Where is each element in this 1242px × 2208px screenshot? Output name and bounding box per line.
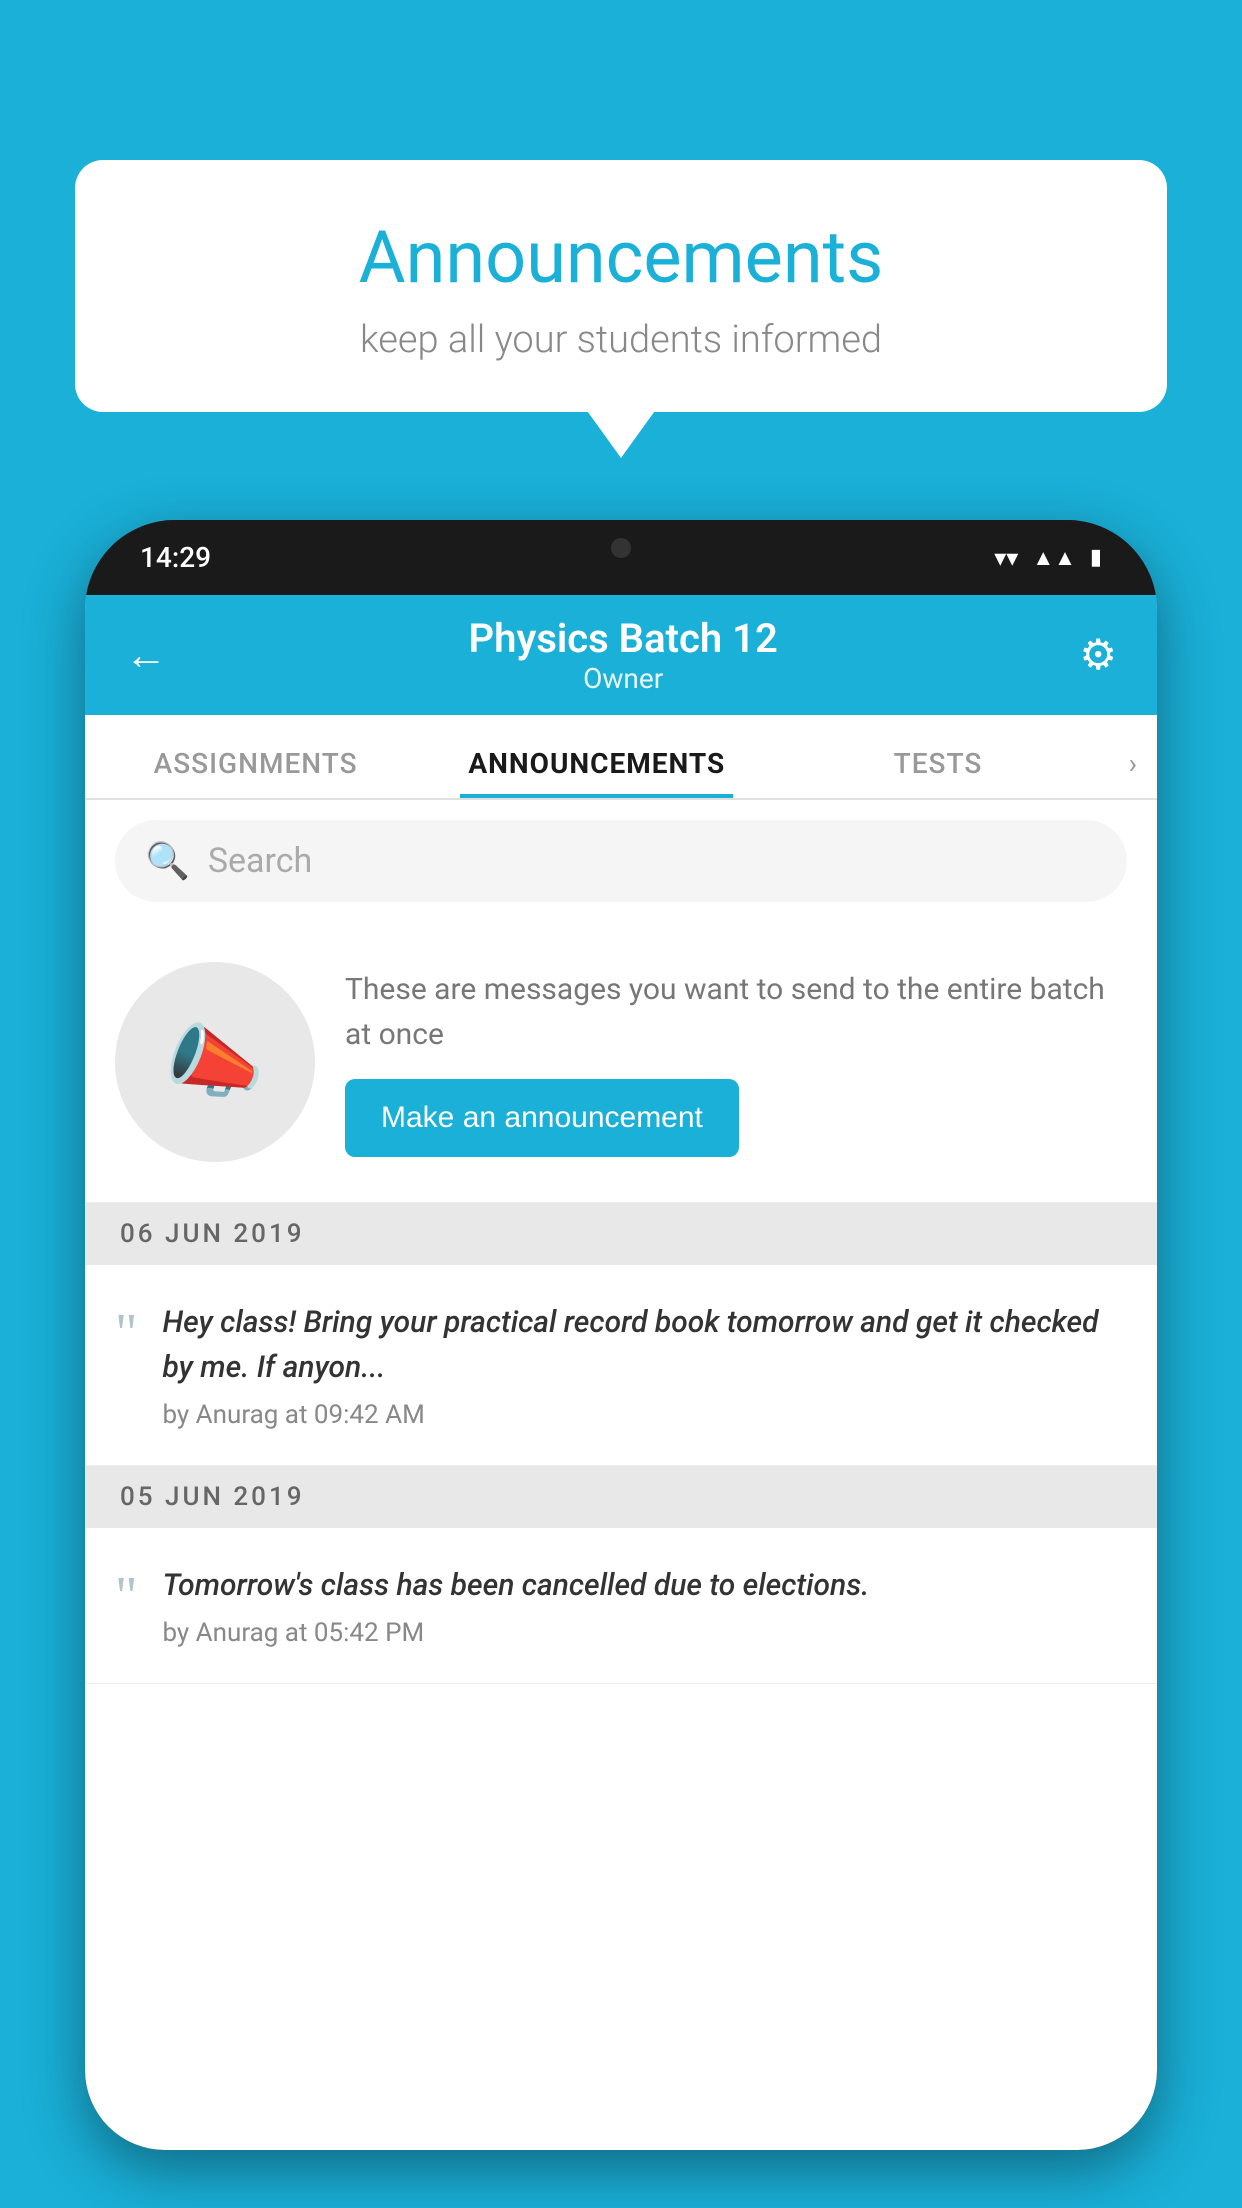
tabs-bar: ASSIGNMENTS ANNOUNCEMENTS TESTS › <box>85 715 1157 800</box>
tab-announcements[interactable]: ANNOUNCEMENTS <box>426 747 767 798</box>
phone-container: 14:29 ▾▾ ▲▲ ▮ ← Physics Batch 12 Owner ⚙ <box>85 520 1157 2208</box>
megaphone-icon: 📣 <box>165 1015 265 1109</box>
header-subtitle: Owner <box>167 662 1079 695</box>
promo-description: These are messages you want to send to t… <box>345 967 1127 1057</box>
status-icons: ▾▾ ▲▲ ▮ <box>994 544 1102 572</box>
promo-content: These are messages you want to send to t… <box>345 967 1127 1157</box>
search-placeholder: Search <box>208 841 312 881</box>
quote-icon-2: " <box>115 1568 137 1623</box>
announcement-text-1: Hey class! Bring your practical record b… <box>162 1300 1127 1390</box>
status-bar: 14:29 ▾▾ ▲▲ ▮ <box>85 520 1157 595</box>
header-title: Physics Batch 12 <box>167 615 1079 662</box>
date-separator-1: 06 JUN 2019 <box>85 1203 1157 1265</box>
announcement-text-2: Tomorrow's class has been cancelled due … <box>162 1563 1127 1608</box>
date-separator-2: 05 JUN 2019 <box>85 1466 1157 1528</box>
quote-icon-1: " <box>115 1305 137 1360</box>
status-time: 14:29 <box>140 541 211 574</box>
phone-frame: 14:29 ▾▾ ▲▲ ▮ ← Physics Batch 12 Owner ⚙ <box>85 520 1157 2150</box>
make-announcement-button[interactable]: Make an announcement <box>345 1079 739 1157</box>
speech-bubble: Announcements keep all your students inf… <box>75 160 1167 412</box>
header-center: Physics Batch 12 Owner <box>167 615 1079 695</box>
notch <box>541 520 701 575</box>
settings-icon[interactable]: ⚙ <box>1079 630 1117 680</box>
search-bar[interactable]: 🔍 Search <box>115 820 1127 902</box>
announcement-item-2[interactable]: " Tomorrow's class has been cancelled du… <box>85 1528 1157 1684</box>
announcement-meta-2: by Anurag at 05:42 PM <box>162 1618 1127 1648</box>
announcement-content-2: Tomorrow's class has been cancelled due … <box>162 1563 1127 1648</box>
promo-section: 📣 These are messages you want to send to… <box>85 922 1157 1203</box>
battery-icon: ▮ <box>1090 545 1102 570</box>
signal-icon: ▲▲ <box>1032 545 1076 571</box>
app-screen: ← Physics Batch 12 Owner ⚙ ASSIGNMENTS A… <box>85 595 1157 2150</box>
promo-icon-circle: 📣 <box>115 962 315 1162</box>
tab-tests[interactable]: TESTS <box>767 747 1108 798</box>
tab-more[interactable]: › <box>1109 747 1157 798</box>
tab-assignments[interactable]: ASSIGNMENTS <box>85 747 426 798</box>
bubble-title: Announcements <box>135 215 1107 300</box>
app-header: ← Physics Batch 12 Owner ⚙ <box>85 595 1157 715</box>
bubble-subtitle: keep all your students informed <box>135 318 1107 362</box>
speech-bubble-section: Announcements keep all your students inf… <box>75 160 1167 412</box>
announcement-item-1[interactable]: " Hey class! Bring your practical record… <box>85 1265 1157 1466</box>
search-icon: 🔍 <box>145 840 190 882</box>
announcement-meta-1: by Anurag at 09:42 AM <box>162 1400 1127 1430</box>
announcement-content-1: Hey class! Bring your practical record b… <box>162 1300 1127 1430</box>
back-button[interactable]: ← <box>125 631 167 680</box>
front-camera <box>611 538 631 558</box>
search-container: 🔍 Search <box>85 800 1157 922</box>
wifi-icon: ▾▾ <box>994 544 1018 572</box>
